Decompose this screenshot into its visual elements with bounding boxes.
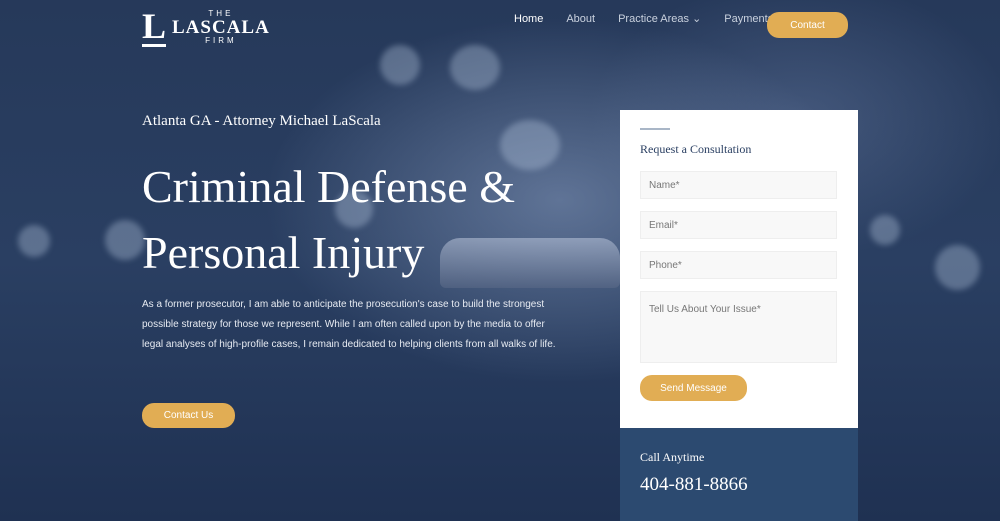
call-label: Call Anytime bbox=[640, 450, 705, 464]
bokeh bbox=[18, 225, 50, 257]
main-nav: Home About Practice Areas ⌄ Payments bbox=[514, 12, 796, 26]
nav-payments[interactable]: Payments bbox=[724, 13, 773, 25]
call-box: Call Anytime 404-881-8866 bbox=[620, 428, 858, 521]
divider bbox=[640, 128, 670, 130]
bokeh bbox=[870, 215, 900, 245]
site-header: L THE LASCALA FIRM Home About Practice A… bbox=[0, 0, 1000, 50]
nav-practice-areas-label: Practice Areas bbox=[618, 13, 690, 25]
logo-firm: FIRM bbox=[205, 36, 237, 45]
page-title: Criminal Defense & Personal Injury bbox=[142, 154, 515, 286]
bokeh bbox=[450, 45, 500, 90]
bokeh bbox=[105, 220, 145, 260]
title-line-2: Personal Injury bbox=[142, 227, 425, 278]
nav-about[interactable]: About bbox=[566, 13, 595, 25]
name-field[interactable]: Name* bbox=[640, 171, 837, 199]
email-field[interactable]: Email* bbox=[640, 211, 837, 239]
bokeh bbox=[380, 45, 420, 85]
form-title: Request a Consultation bbox=[640, 142, 752, 156]
title-line-1: Criminal Defense & bbox=[142, 161, 516, 212]
contact-button[interactable]: Contact bbox=[767, 12, 848, 38]
logo-name: LASCALA bbox=[172, 17, 270, 38]
chevron-down-icon: ⌄ bbox=[692, 13, 702, 25]
bokeh bbox=[935, 245, 980, 290]
consultation-form: Request a Consultation Name* Email* Phon… bbox=[620, 110, 858, 428]
nav-home[interactable]: Home bbox=[514, 13, 543, 25]
logo-mark: L bbox=[142, 6, 167, 47]
hero-description: As a former prosecutor, I am able to ant… bbox=[142, 299, 556, 350]
phone-number[interactable]: 404-881-8866 bbox=[640, 474, 838, 496]
issue-textarea[interactable]: Tell Us About Your Issue* bbox=[640, 291, 837, 363]
logo[interactable]: L THE LASCALA FIRM bbox=[142, 8, 270, 47]
send-message-button[interactable]: Send Message bbox=[640, 375, 747, 401]
phone-field[interactable]: Phone* bbox=[640, 251, 837, 279]
contact-us-button[interactable]: Contact Us bbox=[142, 403, 235, 428]
hero-subtitle: Atlanta GA - Attorney Michael LaScala bbox=[142, 113, 381, 129]
nav-practice-areas[interactable]: Practice Areas ⌄ bbox=[618, 12, 701, 25]
